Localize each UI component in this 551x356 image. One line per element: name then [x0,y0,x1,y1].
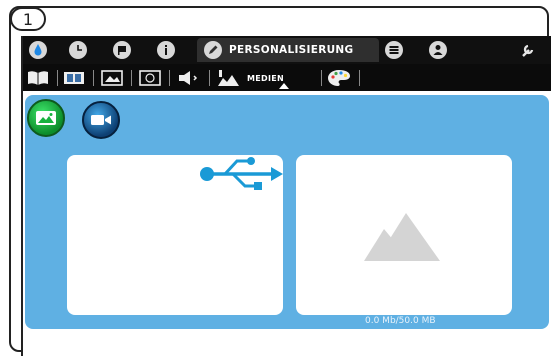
palette-icon[interactable] [327,68,351,88]
step-number: 1 [22,9,34,29]
tab-medien[interactable]: MEDIEN [217,68,284,88]
video-camera-icon [91,115,111,125]
photo-mode-button[interactable] [27,99,65,137]
book-icon[interactable] [63,68,85,88]
sub-menu-bar: MEDIEN [23,64,551,91]
media-panel: 0.0 Mb/50.0 MB [25,95,549,329]
clock-icon[interactable] [67,39,89,61]
top-menu-bar: PERSONALISIERUNG [23,36,551,64]
tab-personalisierung-label: PERSONALISIERUNG [229,44,354,56]
water-drop-icon[interactable] [27,39,49,61]
picture-frame-icon[interactable] [101,68,123,88]
open-book-icon[interactable] [27,68,49,88]
speaker-icon[interactable] [177,68,203,88]
usb-icon [200,157,283,190]
clock-frame-icon[interactable] [139,68,161,88]
device-screen: PERSONALISIERUNG MEDIEN 0.0 Mb/50.0 MB [21,36,551,356]
info-icon[interactable] [155,39,177,61]
flag-icon[interactable] [111,39,133,61]
video-mode-button[interactable] [82,101,120,139]
wrench-icon[interactable] [517,39,539,61]
storage-usage-text: 0.0 Mb/50.0 MB [365,316,436,326]
tab-personalisierung[interactable]: PERSONALISIERUNG [197,38,379,62]
pencil-icon [204,41,222,59]
step-number-badge: 1 [10,7,46,31]
photo-icon [36,111,56,125]
active-tab-indicator [279,83,289,89]
mountain-placeholder-icon [364,213,440,261]
tab-medien-label: MEDIEN [247,73,285,83]
image-preview-card[interactable] [296,155,512,315]
stack-icon[interactable] [383,39,405,61]
user-icon[interactable] [427,39,449,61]
usb-source-card[interactable] [67,155,283,315]
image-media-icon [218,70,239,86]
